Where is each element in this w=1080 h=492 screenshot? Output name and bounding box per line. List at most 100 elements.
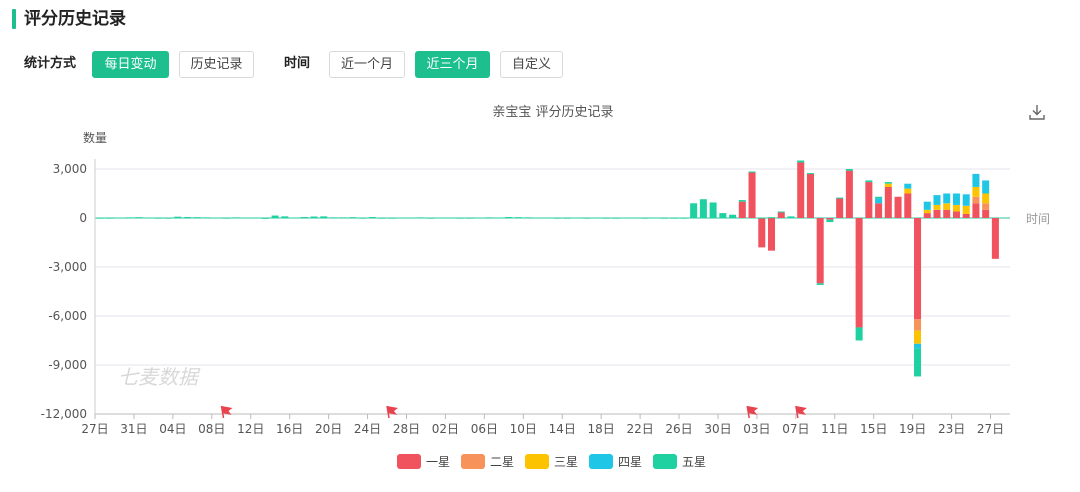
bar-segment[interactable] [806,173,814,175]
bar-segment[interactable] [368,217,376,219]
bar-segment[interactable] [738,200,746,202]
bar-segment[interactable] [991,218,999,259]
bar-segment[interactable] [797,162,805,218]
bar-segment[interactable] [232,217,240,219]
bar-segment[interactable] [417,217,425,219]
bar-segment[interactable] [174,216,182,218]
bar-segment[interactable] [962,194,970,206]
bar-segment[interactable] [495,217,503,219]
bar-segment[interactable] [768,218,776,251]
legend-item[interactable]: 四星 [589,454,642,469]
bar-segment[interactable] [826,218,834,220]
history-record-button[interactable]: 历史记录 [179,51,254,78]
bar-segment[interactable] [359,217,367,219]
bar-segment[interactable] [271,215,279,218]
bar-segment[interactable] [982,209,990,218]
bar-segment[interactable] [349,217,357,219]
bar-segment[interactable] [106,217,114,219]
bar-segment[interactable] [446,217,454,219]
bar-segment[interactable] [135,217,143,219]
bar-segment[interactable] [738,201,746,218]
bar-segment[interactable] [320,216,328,218]
bar-segment[interactable] [826,219,834,223]
legend-item[interactable]: 三星 [525,454,578,469]
bar-segment[interactable] [865,182,873,218]
bar-segment[interactable] [836,198,844,218]
bar-segment[interactable] [768,217,776,219]
flag-icon[interactable] [386,405,398,419]
flag-icon[interactable] [795,405,807,419]
bar-segment[interactable] [475,217,483,219]
bar-segment[interactable] [797,160,805,163]
bar-segment[interactable] [583,217,591,219]
bar-segment[interactable] [680,217,688,219]
bar-segment[interactable] [904,183,912,189]
bar-segment[interactable] [933,204,941,210]
bar-segment[interactable] [641,217,649,219]
bar-segment[interactable] [193,217,201,219]
bar-segment[interactable] [982,180,990,194]
bar-segment[interactable] [972,173,980,187]
bar-segment[interactable] [943,209,951,218]
bar-segment[interactable] [115,217,123,219]
bar-segment[interactable] [962,213,970,218]
bar-segment[interactable] [690,203,698,218]
bar-segment[interactable] [884,182,892,184]
bar-segment[interactable] [875,196,883,199]
bar-segment[interactable] [427,217,435,219]
bar-segment[interactable] [943,193,951,204]
bar-segment[interactable] [660,217,668,219]
bar-segment[interactable] [310,216,318,218]
bar-segment[interactable] [213,217,221,219]
bar-segment[interactable] [923,209,931,214]
bar-segment[interactable] [612,217,620,219]
last-month-button[interactable]: 近一个月 [329,51,405,78]
bar-segment[interactable] [96,217,104,219]
bar-segment[interactable] [982,203,990,210]
bar-segment[interactable] [758,217,766,219]
bar-segment[interactable] [505,217,513,219]
bar-segment[interactable] [904,193,912,219]
bar-segment[interactable] [787,216,795,218]
bar-segment[interactable] [651,217,659,219]
bar-segment[interactable] [748,171,756,173]
bar-segment[interactable] [466,217,474,219]
bar-segment[interactable] [252,217,260,219]
bar-segment[interactable] [914,343,922,349]
bar-segment[interactable] [855,327,863,341]
bar-segment[interactable] [923,213,931,218]
bar-segment[interactable] [602,217,610,219]
bar-segment[interactable] [777,211,785,213]
bar-segment[interactable] [514,217,522,219]
bar-segment[interactable] [845,169,853,171]
bar-segment[interactable] [699,199,707,218]
bar-segment[interactable] [125,217,133,219]
bar-segment[interactable] [914,319,922,331]
bar-segment[interactable] [261,217,269,219]
bar-segment[interactable] [855,218,863,328]
bar-segment[interactable] [816,218,824,284]
bar-segment[interactable] [339,217,347,219]
bar-segment[interactable] [388,217,396,219]
bar-segment[interactable] [884,183,892,187]
bar-segment[interactable] [329,217,337,219]
legend-item[interactable]: 一星 [397,454,450,469]
bar-segment[interactable] [816,283,824,285]
bar-segment[interactable] [914,348,922,377]
bar-segment[interactable] [894,196,902,218]
bar-segment[interactable] [183,217,191,219]
bar-segment[interactable] [456,217,464,219]
bar-segment[interactable] [203,217,211,219]
bar-segment[interactable] [952,193,960,205]
bar-segment[interactable] [972,203,980,218]
bar-segment[interactable] [729,214,737,218]
bar-segment[interactable] [281,216,289,218]
bar-segment[interactable] [622,217,630,219]
bar-segment[interactable] [943,203,951,210]
bar-segment[interactable] [154,217,162,219]
bar-segment[interactable] [875,203,883,218]
bar-segment[interactable] [398,217,406,219]
bar-segment[interactable] [914,218,922,320]
bar-segment[interactable] [904,188,912,194]
bar-segment[interactable] [563,217,571,219]
